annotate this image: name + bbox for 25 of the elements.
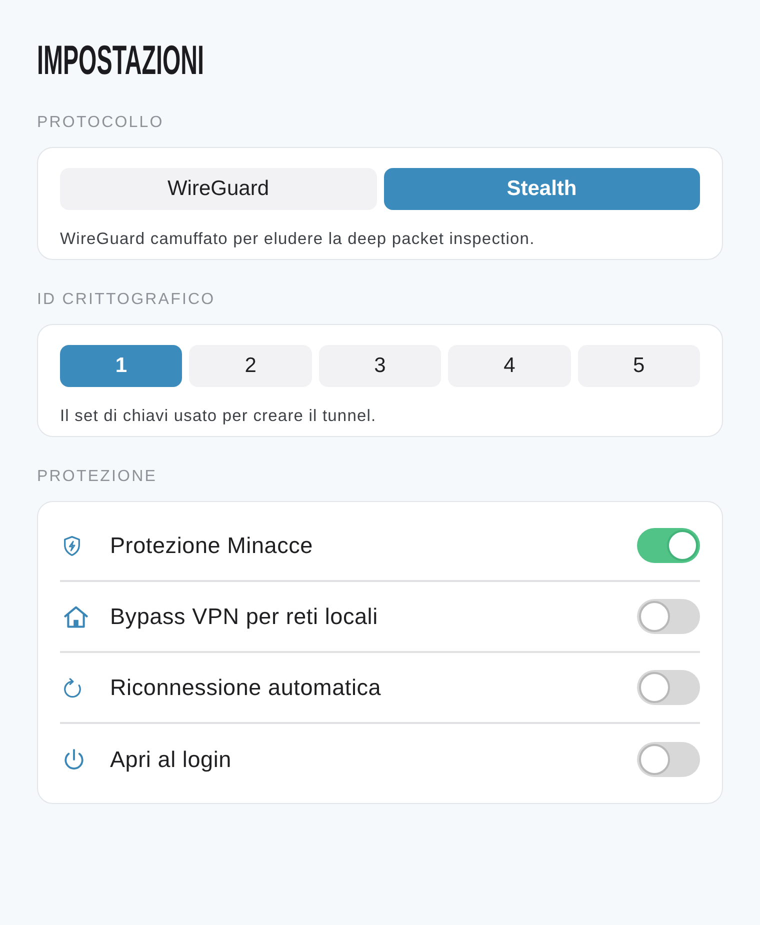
segment-button[interactable]: Stealth	[384, 168, 700, 210]
setting-label: Apri al login	[110, 746, 232, 772]
house-icon	[64, 606, 88, 628]
toggle-switch[interactable]	[637, 670, 700, 705]
segment-button[interactable]: WireGuard	[60, 168, 376, 210]
segment-button[interactable]: 4	[448, 345, 571, 387]
page-title: IMPOSTAZIONI	[37, 38, 204, 82]
segment-button[interactable]: 2	[189, 345, 312, 387]
setting-label: Riconnessione automatica	[110, 674, 382, 700]
segment-button[interactable]: 1	[60, 345, 182, 387]
refresh-icon	[64, 678, 81, 698]
section-label: PROTEZIONE	[37, 467, 158, 487]
section-description: Il set di chiavi usato per creare il tunnel.	[60, 406, 378, 426]
setting-label: Protezione Minacce	[110, 532, 314, 558]
setting-label: Bypass VPN per reti locali	[110, 604, 379, 630]
power-icon	[64, 749, 84, 770]
toggle-switch[interactable]	[637, 599, 700, 634]
toggle-switch[interactable]	[637, 528, 700, 563]
section-description: WireGuard camuffato per eludere la deep packet inspection.	[60, 229, 536, 249]
section-label: ID CRITTOGRAFICO	[37, 290, 216, 310]
toggle-switch[interactable]	[637, 742, 700, 777]
segment-button[interactable]: 3	[318, 345, 442, 387]
segment-button[interactable]: 5	[578, 345, 700, 387]
shield-bolt-icon	[64, 536, 80, 556]
section-label: PROTOCOLLO	[37, 113, 165, 133]
